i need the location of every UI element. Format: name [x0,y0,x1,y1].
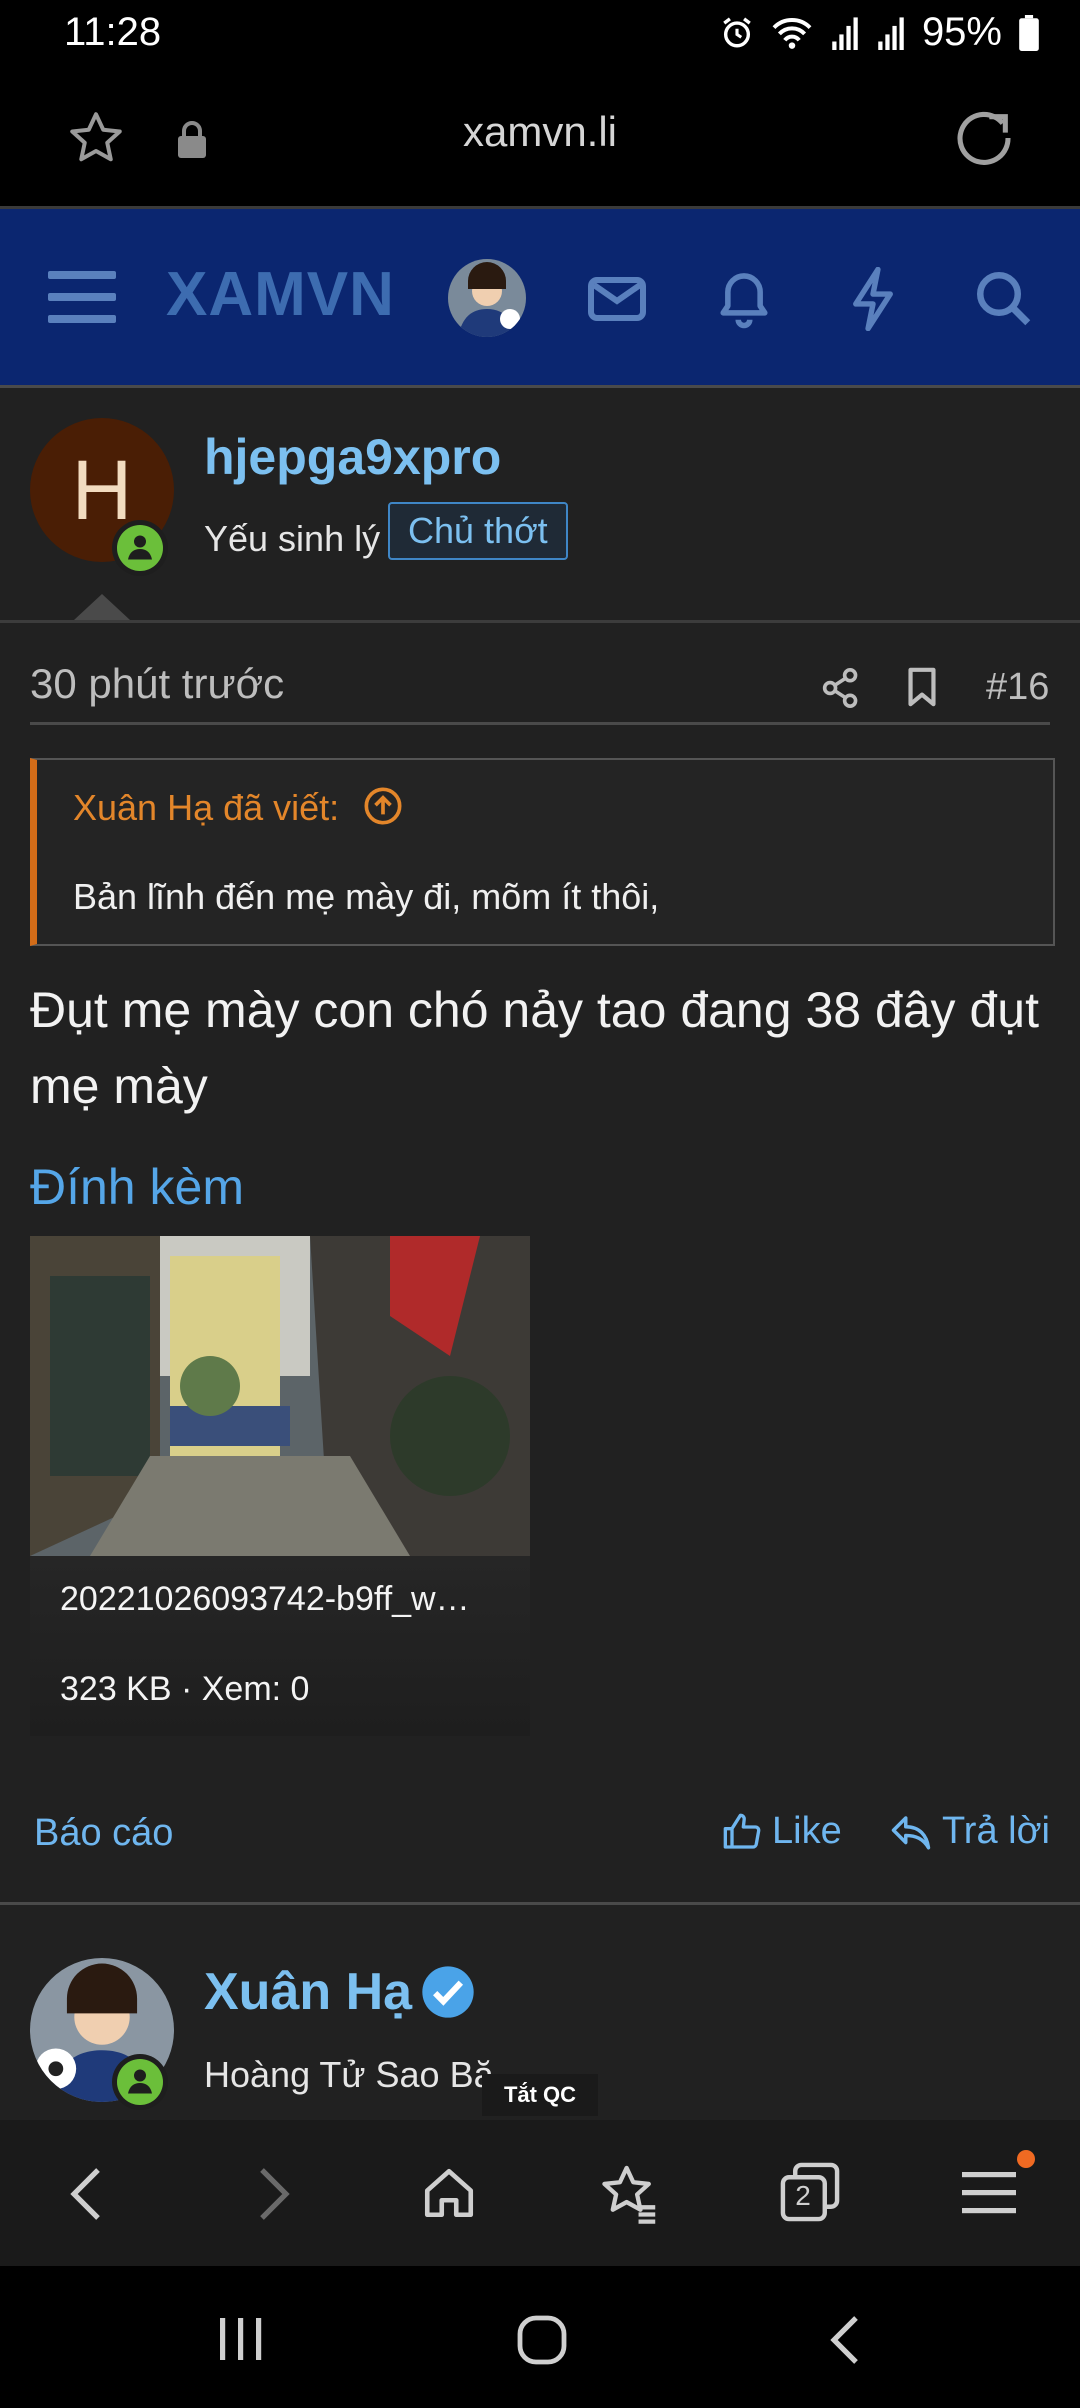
quote-author[interactable]: Xuân Hạ đã viết: [73,786,403,829]
post-number[interactable]: #16 [986,666,1049,709]
next-author-title: Hoàng Tử Sao Bă [204,2054,494,2095]
bookmark-icon[interactable] [906,666,938,708]
status-icons: 95% [720,10,1040,55]
next-author-username: Xuân Hạ [204,1963,413,2021]
alarm-icon [723,16,751,47]
hide-ads-button[interactable]: Tắt QC [482,2074,598,2116]
reply-button[interactable]: Trả lời [890,1810,1050,1853]
attachment-thumbnail[interactable] [30,1236,530,1556]
hamburger-menu-icon[interactable] [48,265,116,327]
attachment-card[interactable]: 20221026093742-b9ff_w… 323 KB · Xem: 0 [30,1236,530,1736]
pointer-arrow [74,594,130,620]
browser-menu-icon[interactable] [962,2170,1016,2216]
user-icon [128,2069,152,2094]
back-nav-icon[interactable] [828,2314,862,2366]
recent-apps-icon[interactable] [216,2316,266,2362]
signal-icon [832,16,858,50]
user-icon [128,535,152,560]
next-author-name[interactable]: Xuân Hạ [204,1962,476,2022]
mail-icon[interactable] [588,277,646,321]
back-icon[interactable] [66,2164,106,2224]
reload-icon[interactable] [952,106,1016,170]
like-button[interactable]: Like [722,1810,842,1853]
thumbs-up-icon [723,1813,761,1849]
lightning-icon[interactable] [848,267,898,331]
post-time[interactable]: 30 phút trước [30,660,284,708]
author-username[interactable]: hjepga9xpro [204,428,501,486]
post-divider [0,1902,1080,1905]
url-text[interactable]: xamvn.li [0,108,1080,156]
bell-icon[interactable] [716,269,772,329]
menu-notification-dot [1017,2150,1035,2168]
post-author-block: H hjepga9xpro Yếu sinh lý Chủ thớt [0,388,1080,623]
search-icon[interactable] [974,269,1034,329]
verified-badge-icon [422,1966,474,2018]
reply-icon [891,1815,931,1849]
wifi-icon [772,17,812,49]
home-icon[interactable] [420,2164,478,2222]
attachment-info: 323 KB · Xem: 0 [60,1670,310,1708]
share-icon[interactable] [822,668,860,708]
battery-percent: 95% [921,10,1002,54]
status-time: 11:28 [64,10,162,54]
post-body: Đụt mẹ mày con chó nảy tao đang 38 đây đ… [30,982,1039,1114]
attachments-heading: Đính kèm [30,1159,244,1215]
battery-icon [1019,14,1039,51]
quote-text: Bản lĩnh đến mẹ mày đi, mõm ít thôi, [73,876,660,917]
status-bar: 11:28 95% [0,0,1080,70]
user-avatar[interactable] [448,259,526,337]
meta-divider [30,722,1050,725]
system-nav-bar [0,2266,1080,2408]
reply-label: Trả lời [942,1810,1050,1852]
site-logo[interactable]: XAMVN [166,259,395,330]
quote-author-text: Xuân Hạ đã viết: [73,787,340,828]
arrow-up-circle-icon[interactable] [363,786,403,826]
site-header: XAMVN [0,209,1080,388]
quote-block: Xuân Hạ đã viết: Bản lĩnh đến mẹ mày đi,… [30,758,1055,946]
thread-starter-badge: Chủ thớt [388,502,568,560]
browser-bottom-nav: 2 [0,2120,1080,2266]
online-status-icon [112,2054,168,2110]
attachment-filename[interactable]: 20221026093742-b9ff_w… [60,1580,500,1619]
tab-count: 2 [795,2180,811,2211]
online-status-icon [112,520,168,576]
report-link[interactable]: Báo cáo [34,1812,173,1855]
avatar-image [448,259,526,337]
tabs-button[interactable]: 2 [778,2160,842,2224]
like-label: Like [772,1810,842,1852]
bookmarks-icon[interactable] [598,2162,660,2224]
forward-icon[interactable] [254,2164,294,2224]
home-nav-icon[interactable] [516,2314,568,2366]
browser-url-bar: xamvn.li [0,70,1080,209]
author-title: Yếu sinh lý [204,518,381,559]
signal-icon [878,16,904,50]
